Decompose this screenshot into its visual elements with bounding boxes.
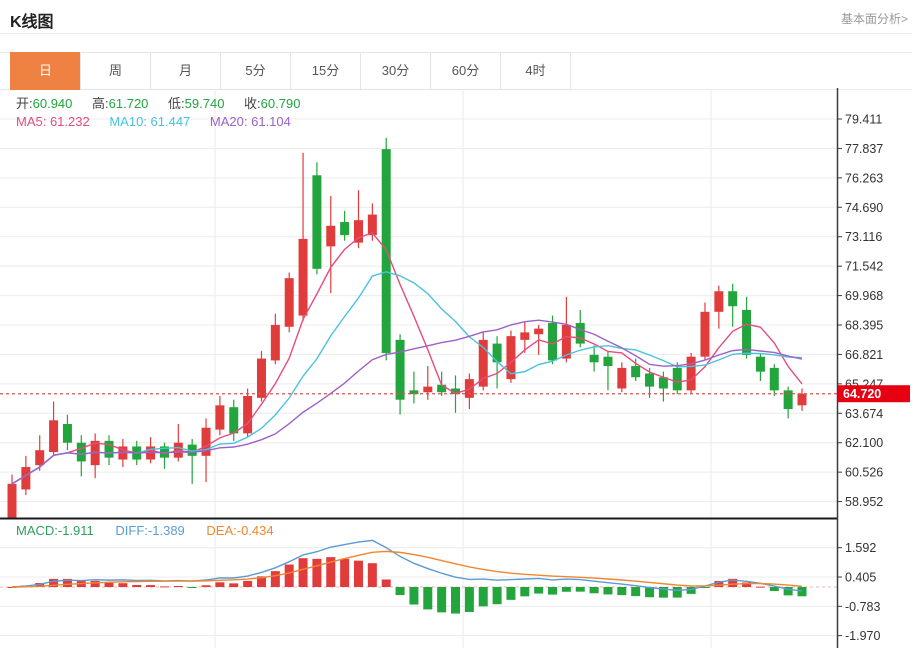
svg-text:1.592: 1.592 [845,541,876,555]
current-price-badge: 64.720 [838,385,910,402]
ma5-legend: MA5: 61.232 [16,114,90,129]
svg-text:-0.783: -0.783 [845,600,880,614]
ohlc-legend: 开:60.940 高:61.720 低:59.740 收:60.790 [16,93,316,112]
close-label: 收: [244,96,261,111]
svg-text:58.952: 58.952 [845,495,883,509]
dea-value: DEA:-0.434 [206,523,273,538]
svg-text:73.116: 73.116 [845,230,882,244]
high-value: 61.720 [109,96,149,111]
low-label: 低: [168,96,185,111]
high-label: 高: [92,96,109,111]
macd-legend: MACD:-1.911 DIFF:-1.389 DEA:-0.434 [16,523,274,538]
svg-text:68.395: 68.395 [845,318,883,332]
svg-text:62.100: 62.100 [845,436,883,450]
svg-text:66.821: 66.821 [845,348,883,362]
ma10-legend: MA10: 61.447 [109,114,190,129]
svg-text:64.720: 64.720 [843,387,881,401]
open-value: 60.940 [33,96,73,111]
macd-value: MACD:-1.911 [16,523,94,538]
open-label: 开: [16,96,33,111]
svg-text:74.690: 74.690 [845,201,883,215]
svg-text:76.263: 76.263 [845,171,883,185]
ma20-legend: MA20: 61.104 [210,114,291,129]
svg-text:79.411: 79.411 [845,113,882,127]
svg-text:77.837: 77.837 [845,142,883,156]
svg-text:71.542: 71.542 [845,260,883,274]
svg-text:63.674: 63.674 [845,407,883,421]
svg-text:0.405: 0.405 [845,571,876,585]
close-value: 60.790 [261,96,301,111]
svg-text:69.968: 69.968 [845,289,883,303]
ma-legend: MA5: 61.232 MA10: 61.447 MA20: 61.104 [16,114,307,129]
svg-text:60.526: 60.526 [845,466,883,480]
low-value: 59.740 [185,96,225,111]
kline-widget: K线图 基本面分析> 日 周 月 5分 15分 30分 60分 4时 79.41… [0,0,912,648]
diff-value: DIFF:-1.389 [115,523,184,538]
svg-text:-1.970: -1.970 [845,629,880,643]
